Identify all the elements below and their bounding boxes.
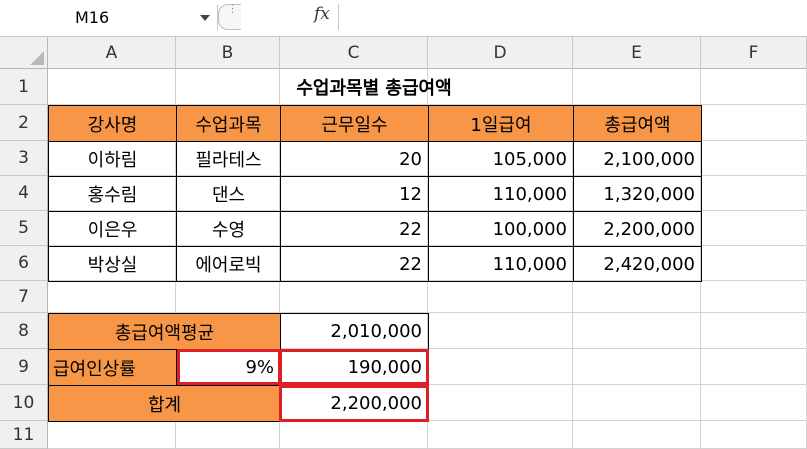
- table-cell[interactable]: 2,100,000: [573, 141, 702, 177]
- grid-cell[interactable]: [701, 176, 807, 211]
- table-cell[interactable]: 홍수림: [48, 176, 177, 212]
- grid-cell[interactable]: [428, 349, 573, 385]
- select-all-corner[interactable]: [0, 37, 48, 69]
- table-cell[interactable]: 100,000: [428, 211, 574, 247]
- row-header-11[interactable]: 11: [0, 421, 48, 449]
- raise-amount-value[interactable]: 190,000: [280, 349, 429, 386]
- row-header-7[interactable]: 7: [0, 281, 48, 313]
- grid-cell[interactable]: [428, 313, 573, 349]
- fx-icon[interactable]: fx: [314, 4, 330, 24]
- raise-rate-label[interactable]: 급여인상률: [48, 349, 177, 386]
- raise-rate-value[interactable]: 9%: [176, 349, 281, 386]
- grid-cell[interactable]: [176, 421, 280, 449]
- grid-cell[interactable]: [701, 105, 807, 141]
- header-cell-subject[interactable]: 수업과목: [176, 105, 281, 142]
- table-title[interactable]: 수업과목별 총급여액: [48, 69, 701, 105]
- formula-bar: M16 ⋮ fx: [0, 0, 807, 37]
- grid-cell[interactable]: [428, 281, 573, 313]
- row-header-4[interactable]: 4: [0, 176, 48, 211]
- grid-cell[interactable]: [428, 385, 573, 421]
- table-cell[interactable]: 이은우: [48, 211, 177, 247]
- header-cell-total-pay[interactable]: 총급여액: [573, 105, 702, 142]
- grid-cell[interactable]: [701, 141, 807, 176]
- grid-cell[interactable]: [701, 69, 807, 105]
- column-header-c[interactable]: C: [280, 37, 428, 69]
- drag-handle-icon[interactable]: ⋮: [227, 3, 238, 14]
- table-cell[interactable]: 필라테스: [176, 141, 281, 177]
- table-cell[interactable]: 댄스: [176, 176, 281, 212]
- table-cell[interactable]: 12: [280, 176, 429, 212]
- grid-cell[interactable]: [701, 421, 807, 449]
- grid-cell[interactable]: [428, 421, 573, 449]
- grid-cell[interactable]: [701, 313, 807, 349]
- grid-cell[interactable]: [701, 246, 807, 281]
- row-header-2[interactable]: 2: [0, 105, 48, 141]
- table-cell[interactable]: 수영: [176, 211, 281, 247]
- column-header-d[interactable]: D: [428, 37, 573, 69]
- grid-cell[interactable]: [573, 421, 701, 449]
- grid-cell[interactable]: [48, 421, 176, 449]
- row-header-5[interactable]: 5: [0, 211, 48, 246]
- row-header-6[interactable]: 6: [0, 246, 48, 281]
- row-header-8[interactable]: 8: [0, 313, 48, 349]
- average-label[interactable]: 총급여액평균: [48, 313, 281, 350]
- row-header-9[interactable]: 9: [0, 349, 48, 385]
- grid-cell[interactable]: [573, 281, 701, 313]
- grid-cell[interactable]: [573, 313, 701, 349]
- table-cell[interactable]: 110,000: [428, 246, 574, 282]
- select-all-icon: [30, 51, 44, 65]
- table-cell[interactable]: 110,000: [428, 176, 574, 212]
- average-value[interactable]: 2,010,000: [280, 313, 429, 350]
- table-cell[interactable]: 105,000: [428, 141, 574, 177]
- grid-cell[interactable]: [701, 385, 807, 421]
- grid-cell[interactable]: [701, 281, 807, 313]
- column-header-f[interactable]: F: [701, 37, 807, 69]
- name-box[interactable]: M16: [0, 5, 218, 30]
- grid-cell[interactable]: [48, 281, 176, 313]
- grid-cell[interactable]: [176, 281, 280, 313]
- table-cell[interactable]: 이하림: [48, 141, 177, 177]
- table-cell[interactable]: 20: [280, 141, 429, 177]
- header-cell-workdays[interactable]: 근무일수: [280, 105, 429, 142]
- table-cell[interactable]: 22: [280, 246, 429, 282]
- grid-cell[interactable]: [280, 281, 428, 313]
- total-value[interactable]: 2,200,000: [280, 385, 429, 422]
- header-cell-daily-pay[interactable]: 1일급여: [428, 105, 574, 142]
- column-header-b[interactable]: B: [176, 37, 280, 69]
- grid-cell[interactable]: [280, 421, 428, 449]
- chevron-down-icon[interactable]: [200, 15, 210, 21]
- name-box-value: M16: [75, 8, 110, 27]
- column-header-a[interactable]: A: [48, 37, 176, 69]
- grid-cell[interactable]: [573, 385, 701, 421]
- row-header-10[interactable]: 10: [0, 385, 48, 421]
- row-header-1[interactable]: 1: [0, 69, 48, 105]
- table-cell[interactable]: 에어로빅: [176, 246, 281, 282]
- table-cell[interactable]: 22: [280, 211, 429, 247]
- table-cell[interactable]: 1,320,000: [573, 176, 702, 212]
- formula-input[interactable]: [338, 4, 807, 30]
- total-label[interactable]: 합계: [48, 385, 281, 422]
- table-cell[interactable]: 2,420,000: [573, 246, 702, 282]
- row-header-3[interactable]: 3: [0, 141, 48, 176]
- grid-cell[interactable]: [573, 349, 701, 385]
- grid-cell[interactable]: [701, 349, 807, 385]
- column-header-e[interactable]: E: [573, 37, 701, 69]
- table-cell[interactable]: 2,200,000: [573, 211, 702, 247]
- grid-cell[interactable]: [701, 211, 807, 246]
- table-cell[interactable]: 박상실: [48, 246, 177, 282]
- header-cell-instructor[interactable]: 강사명: [48, 105, 177, 142]
